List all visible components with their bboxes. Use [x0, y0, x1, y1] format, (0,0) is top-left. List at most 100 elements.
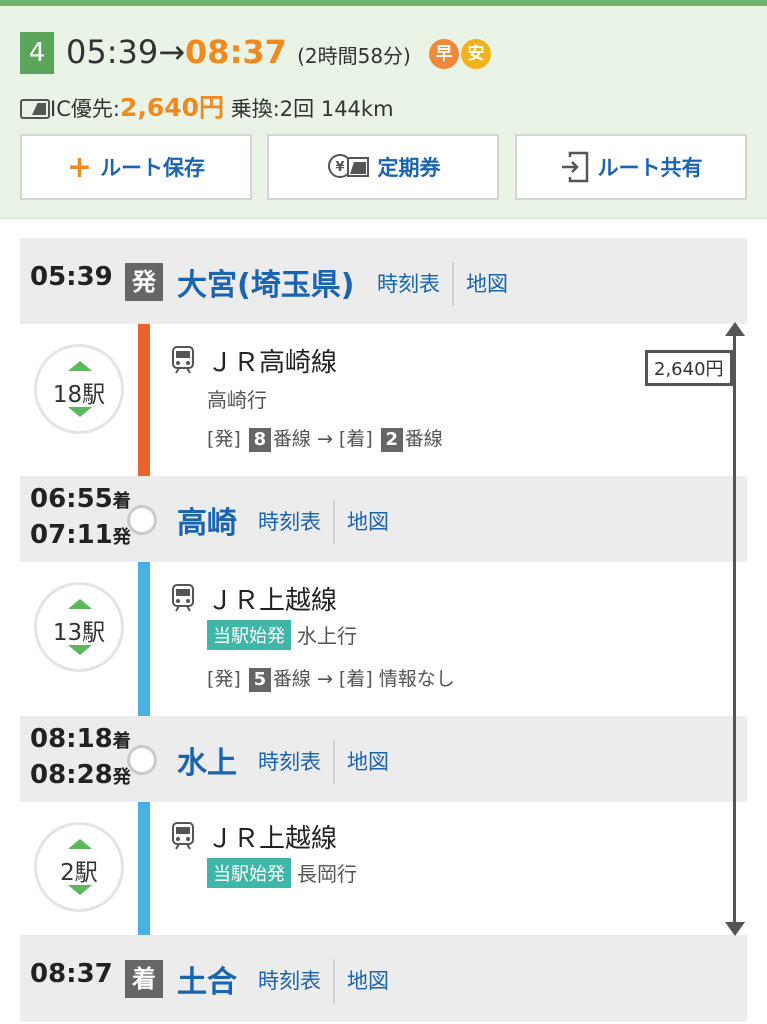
- depart-label: [発]: [207, 428, 241, 450]
- timetable-link[interactable]: 時刻表: [365, 262, 452, 306]
- save-route-label: ルート保存: [100, 156, 206, 180]
- depart-time-value: 08:28: [30, 760, 113, 790]
- train-icon: [172, 822, 194, 850]
- expand-down-icon: [68, 645, 92, 655]
- route-number-badge: 4: [20, 32, 54, 74]
- fare-range-down-arrow: [725, 922, 745, 936]
- arrive-time-value: 08:18: [30, 724, 113, 754]
- train-icon: [172, 346, 194, 374]
- duration: (2時間58分): [297, 44, 411, 68]
- expand-up-icon: [68, 839, 92, 849]
- arrive-platform-info: 情報なし: [378, 668, 455, 690]
- fare-range-line: [733, 330, 736, 930]
- station-links: 時刻表 地図: [246, 500, 401, 544]
- train-destination: 高崎行: [207, 388, 267, 412]
- train-destination: 水上行: [297, 624, 357, 648]
- depart-time: 08:28発: [30, 760, 131, 790]
- arrive-time: 08:18着: [30, 724, 131, 754]
- depart-label: [発]: [207, 668, 241, 690]
- stop-count: 13駅: [52, 620, 106, 646]
- yen-ticket-icon: ¥: [326, 153, 370, 181]
- arrive-suffix: 着: [112, 731, 131, 752]
- platform-suffix: 番線: [272, 428, 311, 450]
- map-link[interactable]: 地図: [333, 959, 401, 1003]
- timetable-link[interactable]: 時刻表: [246, 500, 333, 544]
- transfer-count: 乗換:2回: [230, 97, 315, 121]
- expand-up-icon: [68, 361, 92, 371]
- station-row-omiya: 05:39 発 大宮(埼玉県) 時刻表 地図: [20, 238, 747, 324]
- share-route-label: ルート共有: [597, 156, 703, 180]
- stop-count-toggle[interactable]: 2駅: [34, 822, 124, 912]
- map-link[interactable]: 地図: [333, 740, 401, 784]
- stop-count-toggle[interactable]: 13駅: [34, 582, 124, 672]
- depart-time: 07:11発: [30, 520, 131, 550]
- depart-tag: 発: [125, 263, 163, 301]
- platform-arrow: →: [316, 668, 333, 690]
- platform-info: [発] 8 番線 → [着] 2 番線: [207, 424, 443, 452]
- train-icon: [172, 584, 194, 612]
- expand-down-icon: [68, 885, 92, 895]
- cheap-badge: 安: [461, 39, 492, 69]
- station-name[interactable]: 大宮(埼玉県): [177, 260, 354, 304]
- depart-platform: 5: [248, 668, 271, 692]
- segment-takasaki-line: 18駅 ＪＲ高崎線 高崎行 [発] 8 番線 → [着] 2 番線: [20, 324, 747, 476]
- fare-price: 2,640円: [119, 93, 225, 122]
- share-route-button[interactable]: ルート共有: [515, 134, 747, 200]
- arrive-platform: 2: [380, 428, 403, 452]
- timetable-link[interactable]: 時刻表: [246, 740, 333, 784]
- platform-arrow: →: [316, 428, 333, 450]
- platform-suffix: 番線: [404, 428, 443, 450]
- station-row-doai: 08:37 着 土合 時刻表 地図: [20, 935, 747, 1021]
- route-time-summary: 05:39→08:37 (2時間58分) 早安: [66, 30, 492, 78]
- map-link[interactable]: 地図: [333, 500, 401, 544]
- origin-station-tag: 当駅始発: [207, 858, 291, 888]
- stop-count: 2駅: [60, 860, 98, 886]
- origin-station-tag: 当駅始発: [207, 620, 291, 650]
- station-node: [127, 745, 157, 775]
- arrive-tag: 着: [125, 960, 163, 998]
- time-arrow: →: [158, 33, 186, 71]
- depart-suffix: 発: [112, 527, 131, 548]
- platform-info: [発] 5 番線 → [着] 情報なし: [207, 664, 455, 692]
- depart-platform: 8: [248, 428, 271, 452]
- arrive-time-value: 06:55: [30, 484, 113, 514]
- share-icon: [560, 151, 590, 183]
- station-links: 時刻表 地図: [365, 262, 520, 306]
- stop-count: 18駅: [52, 382, 106, 408]
- station-time: 05:39: [30, 262, 113, 292]
- stop-count-toggle[interactable]: 18駅: [34, 344, 124, 434]
- depart-time: 05:39: [66, 33, 159, 71]
- station-name[interactable]: 高崎: [177, 498, 237, 542]
- arrive-time: 08:37: [185, 33, 287, 71]
- train-destination-row: 当駅始発 水上行: [207, 620, 357, 650]
- arrive-suffix: 着: [112, 491, 131, 512]
- save-route-button[interactable]: + ルート保存: [20, 134, 252, 200]
- expand-up-icon: [68, 599, 92, 609]
- distance: 144km: [320, 97, 394, 121]
- train-line-name[interactable]: ＪＲ上越線: [207, 818, 337, 855]
- map-link[interactable]: 地図: [452, 262, 520, 306]
- station-name[interactable]: 水上: [177, 738, 237, 782]
- train-line-name[interactable]: ＪＲ上越線: [207, 580, 337, 617]
- station-node: [127, 505, 157, 535]
- commuter-pass-label: 定期券: [377, 156, 441, 180]
- station-links: 時刻表 地図: [246, 740, 401, 784]
- fast-badge: 早: [429, 39, 460, 69]
- platform-suffix: 番線: [272, 668, 311, 690]
- depart-time-value: 07:11: [30, 520, 113, 550]
- expand-down-icon: [68, 407, 92, 417]
- train-destination: 長岡行: [297, 862, 357, 886]
- timetable-link[interactable]: 時刻表: [246, 959, 333, 1003]
- train-line-name[interactable]: ＪＲ高崎線: [207, 342, 337, 379]
- station-name[interactable]: 土合: [177, 957, 237, 1001]
- segment-joetsu-line-2: 2駅 ＪＲ上越線 当駅始発 長岡行: [20, 802, 747, 934]
- commuter-pass-button[interactable]: ¥ 定期券: [267, 134, 499, 200]
- depart-suffix: 発: [112, 767, 131, 788]
- station-time: 08:37: [30, 959, 113, 989]
- fare-range-up-arrow: [725, 322, 745, 336]
- arrive-label: [着]: [338, 428, 373, 450]
- ic-card-icon: [20, 99, 50, 119]
- ic-label: IC優先:: [50, 97, 120, 121]
- arrive-label: [着]: [338, 668, 373, 690]
- svg-text:¥: ¥: [335, 160, 344, 175]
